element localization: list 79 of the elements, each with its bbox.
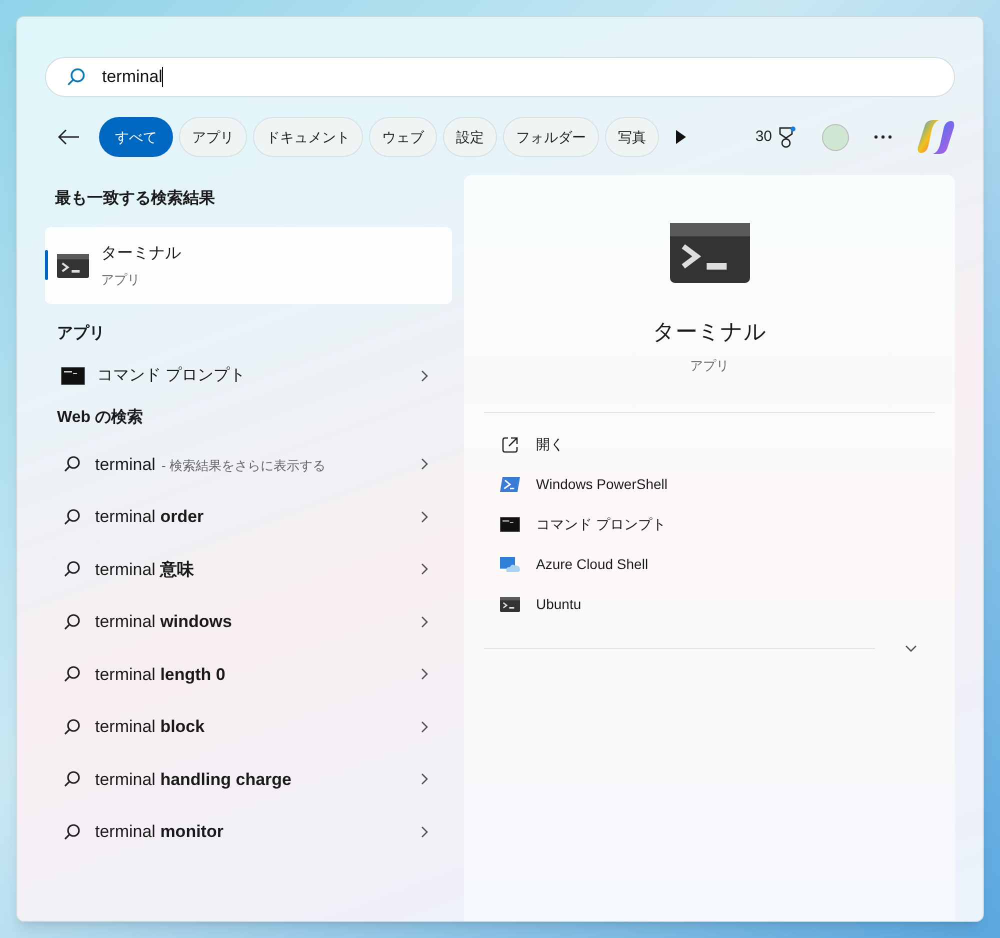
- search-icon: [66, 67, 86, 87]
- back-arrow-icon: [58, 129, 80, 145]
- suggestion-text: terminal order: [95, 506, 204, 528]
- filter-tab[interactable]: アプリ: [179, 117, 247, 157]
- action-label: Ubuntu: [536, 595, 582, 614]
- web-suggestion-item[interactable]: terminal windows: [45, 596, 452, 648]
- action-item[interactable]: 開く: [484, 424, 935, 464]
- chevron-right-icon: [420, 720, 428, 733]
- filter-tab[interactable]: 写真: [605, 117, 659, 157]
- suggestion-text: terminal windows: [95, 611, 232, 633]
- web-suggestion-item[interactable]: terminal order: [45, 490, 452, 543]
- command-prompt-icon: [500, 517, 520, 532]
- chevron-right-icon: [420, 370, 428, 382]
- search-icon: [63, 612, 81, 631]
- chevron-down-icon: [905, 644, 917, 652]
- item-title: ターミナル: [101, 244, 181, 264]
- filter-tab[interactable]: すべて: [99, 117, 173, 157]
- search-icon: [63, 770, 81, 788]
- open-external-icon: [501, 436, 519, 454]
- chevron-right-icon: [420, 773, 428, 786]
- action-item[interactable]: コマンド プロンプト: [484, 504, 935, 544]
- rewards-button[interactable]: 30: [747, 117, 804, 157]
- web-suggestion-item[interactable]: terminal monitor: [45, 806, 452, 858]
- section-heading: 最も一致する検索結果: [54, 188, 216, 209]
- suggestion-text: terminal monitor: [95, 821, 224, 843]
- chevron-right-icon: [420, 826, 428, 838]
- web-suggestion-item[interactable]: terminal handling charge: [45, 753, 452, 806]
- terminal-icon: [57, 254, 89, 278]
- search-icon: [63, 560, 81, 578]
- copilot-logo-icon[interactable]: [917, 119, 955, 155]
- chevron-right-icon: [420, 458, 428, 470]
- filter-tab[interactable]: フォルダー: [503, 117, 599, 157]
- filter-tab[interactable]: 設定: [443, 117, 497, 157]
- powershell-icon: [500, 477, 520, 492]
- search-icon: [63, 718, 81, 736]
- web-suggestion-item[interactable]: terminal - 検索結果をさらに表示する: [45, 438, 452, 490]
- best-match-item[interactable]: ターミナル アプリ: [45, 227, 452, 304]
- section-heading: Web の検索: [56, 407, 144, 428]
- suggestion-text: terminal length 0: [95, 664, 226, 686]
- app-result-item[interactable]: コマンド プロンプト: [45, 350, 452, 402]
- terminal-icon: [670, 223, 750, 283]
- filter-tab[interactable]: ドキュメント: [253, 117, 363, 157]
- app-subtitle: アプリ: [690, 357, 729, 375]
- action-label: コマンド プロンプト: [536, 515, 666, 534]
- suggestion-text: terminal handling charge: [95, 768, 292, 791]
- search-icon: [63, 665, 81, 684]
- item-title: コマンド プロンプト: [97, 366, 246, 386]
- search-field[interactable]: terminal: [45, 57, 955, 97]
- chevron-right-icon: [420, 563, 428, 576]
- chevron-right-icon: [420, 668, 428, 680]
- action-label: 開く: [536, 435, 564, 454]
- selection-indicator: [45, 250, 48, 280]
- command-prompt-icon: [61, 367, 85, 385]
- search-icon: [63, 822, 81, 841]
- suggestion-note: - 検索結果をさらに表示する: [161, 456, 326, 474]
- app-title: ターミナル: [652, 318, 766, 346]
- section-heading: アプリ: [56, 323, 106, 344]
- web-suggestion-item[interactable]: terminal length 0: [45, 648, 452, 700]
- search-icon: [63, 455, 81, 474]
- web-suggestion-item[interactable]: terminal 意味: [45, 543, 452, 596]
- action-item[interactable]: Windows PowerShell: [484, 464, 935, 504]
- action-label: Azure Cloud Shell: [536, 555, 648, 574]
- action-item[interactable]: Azure Cloud Shell: [484, 544, 935, 584]
- more-icon: [874, 135, 892, 139]
- terminal-icon: [500, 597, 520, 612]
- search-icon: [63, 508, 81, 526]
- play-triangle-icon: [676, 130, 686, 144]
- chevron-right-icon: [420, 510, 428, 523]
- web-suggestion-item[interactable]: terminal block: [45, 700, 452, 753]
- filter-tab[interactable]: ウェブ: [369, 117, 437, 157]
- item-subtitle: アプリ: [101, 270, 141, 289]
- chevron-right-icon: [420, 616, 428, 628]
- suggestion-text: terminal: [95, 454, 156, 476]
- action-item[interactable]: Ubuntu: [484, 584, 935, 624]
- suggestion-text: terminal block: [95, 716, 205, 738]
- suggestion-text: terminal 意味: [95, 558, 194, 580]
- medal-icon: [778, 126, 796, 148]
- cloud-shell-icon: [500, 557, 520, 572]
- action-label: Windows PowerShell: [536, 475, 668, 494]
